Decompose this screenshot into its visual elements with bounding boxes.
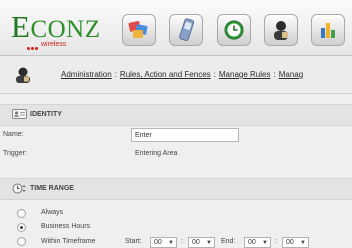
breadcrumb-administration[interactable]: Administration — [61, 70, 112, 79]
person-icon — [274, 21, 288, 40]
tags-icon — [128, 21, 148, 38]
end-colon: : — [275, 238, 277, 245]
id-card-icon — [12, 109, 27, 119]
name-input[interactable] — [131, 128, 239, 142]
start-label: Start: — [125, 238, 142, 245]
trigger-value: Entering Area — [135, 150, 178, 157]
start-minute-select[interactable]: 00 ▼ — [188, 237, 215, 248]
clock-button[interactable] — [217, 14, 251, 46]
radio-business-hours[interactable] — [17, 223, 26, 232]
radio-business-hours-label: Business Hours — [41, 223, 91, 230]
end-hour-select[interactable]: 00 ▼ — [244, 237, 271, 248]
chevron-down-icon: ▼ — [262, 240, 268, 246]
breadcrumb-rules-action-fences[interactable]: Rules, Action and Fences — [120, 70, 211, 79]
person-button[interactable] — [264, 14, 298, 46]
time-range-section-header: TIME RANGE — [0, 178, 352, 200]
radio-within-timeframe[interactable] — [17, 237, 26, 246]
phone-button[interactable] — [169, 14, 203, 46]
chevron-down-icon: ▼ — [206, 240, 212, 246]
radio-always-label: Always — [41, 209, 64, 216]
breadcrumb-bar: Administration: Rules, Action and Fences:… — [0, 56, 352, 94]
app-header: ECONZ wireless — [0, 0, 352, 55]
econz-logo[interactable]: ECONZ — [11, 11, 101, 42]
chart-button[interactable] — [311, 14, 345, 46]
chart-icon — [321, 23, 335, 38]
logo-subtitle: wireless — [41, 41, 67, 48]
identity-section-header: IDENTITY — [0, 104, 352, 126]
breadcrumb-manage-truncated[interactable]: Manag — [279, 70, 303, 79]
chevron-down-icon: ▼ — [300, 240, 306, 246]
radio-always[interactable] — [17, 209, 26, 218]
breadcrumb-manage-rules[interactable]: Manage Rules — [219, 70, 271, 79]
logo-dots — [27, 43, 39, 52]
identity-section-title: IDENTITY — [30, 111, 62, 118]
user-avatar-icon — [16, 67, 30, 83]
end-minute-select[interactable]: 00 ▼ — [282, 237, 309, 248]
clock-arrows-icon — [12, 183, 26, 194]
breadcrumb: Administration: Rules, Action and Fences:… — [61, 70, 304, 79]
start-colon: : — [181, 238, 183, 245]
phone-icon — [179, 18, 195, 42]
start-hour-select[interactable]: 00 ▼ — [150, 237, 177, 248]
end-label: End: — [221, 238, 236, 245]
tags-button[interactable] — [122, 14, 156, 46]
trigger-label: Trigger: — [3, 150, 27, 157]
radio-within-timeframe-label: Within Timeframe — [41, 238, 96, 245]
name-label: Name: — [3, 131, 24, 138]
time-range-section-title: TIME RANGE — [30, 185, 74, 192]
clock-icon — [224, 20, 244, 40]
chevron-down-icon: ▼ — [168, 240, 174, 246]
